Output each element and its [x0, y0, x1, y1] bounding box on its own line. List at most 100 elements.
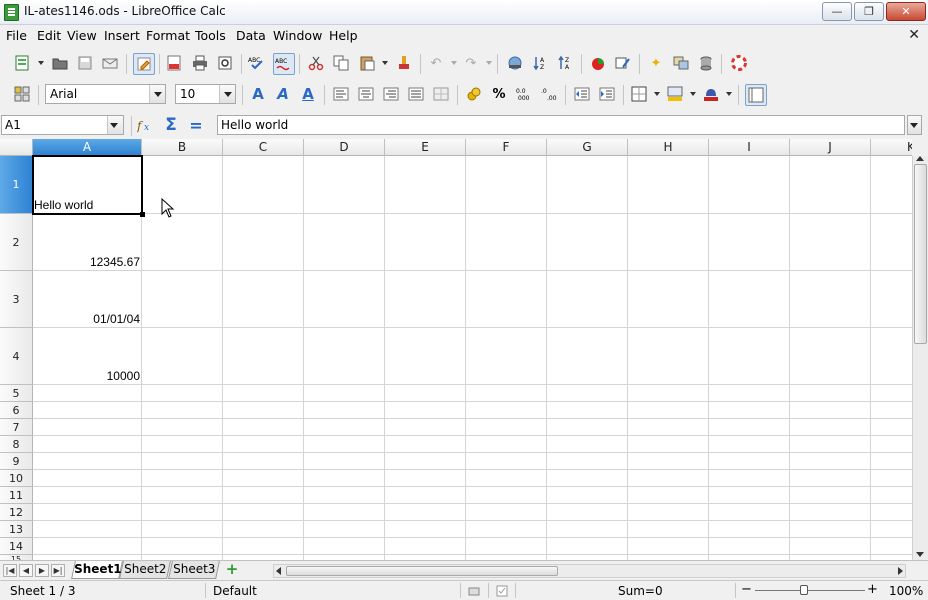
- export-pdf-icon[interactable]: [164, 53, 184, 73]
- gallery-icon[interactable]: [671, 53, 691, 73]
- row-header-14[interactable]: 14: [0, 538, 33, 555]
- row-header-6[interactable]: 6: [0, 402, 33, 419]
- page-style[interactable]: Default: [213, 584, 257, 598]
- cell-a4[interactable]: 10000: [34, 369, 140, 383]
- hyperlink-icon[interactable]: [505, 53, 525, 73]
- sheet-tab-sheet2[interactable]: Sheet2: [119, 561, 171, 579]
- underline-icon[interactable]: A: [298, 84, 318, 104]
- help-icon[interactable]: [729, 53, 749, 73]
- row-header-2[interactable]: 2: [0, 214, 33, 271]
- scroll-left-icon[interactable]: [276, 567, 281, 575]
- minimize-button[interactable]: —: [822, 2, 852, 21]
- next-sheet-icon[interactable]: ▶: [35, 564, 49, 577]
- menu-format[interactable]: Format: [146, 28, 190, 43]
- function-wizard-icon[interactable]: fx: [136, 115, 156, 135]
- print-icon[interactable]: [190, 53, 210, 73]
- redo-dropdown-icon[interactable]: [486, 61, 492, 65]
- column-header-a[interactable]: A: [33, 139, 142, 156]
- menu-view[interactable]: View: [67, 28, 97, 43]
- scroll-right-icon[interactable]: [898, 567, 903, 575]
- column-header-h[interactable]: H: [628, 139, 709, 156]
- align-center-icon[interactable]: [356, 84, 376, 104]
- font-color-icon[interactable]: [701, 84, 721, 104]
- sheet-tab-sheet1[interactable]: Sheet1: [71, 561, 123, 579]
- column-header-g[interactable]: G: [547, 139, 628, 156]
- copy-icon[interactable]: [331, 53, 351, 73]
- decrease-indent-icon[interactable]: [572, 84, 592, 104]
- row-header-1[interactable]: 1: [0, 156, 33, 214]
- menu-tools[interactable]: Tools: [195, 28, 226, 43]
- borders-dropdown-icon[interactable]: [654, 92, 660, 96]
- background-color-icon[interactable]: [665, 84, 685, 104]
- bold-icon[interactable]: A: [248, 84, 268, 104]
- cell-a2[interactable]: 12345.67: [34, 255, 140, 269]
- zoom-out-icon[interactable]: −: [741, 582, 752, 597]
- restore-button[interactable]: ❐: [854, 2, 884, 21]
- row-header-10[interactable]: 10: [0, 470, 33, 487]
- row-header-13[interactable]: 13: [0, 521, 33, 538]
- row-header-4[interactable]: 4: [0, 328, 33, 385]
- menu-help[interactable]: Help: [329, 28, 358, 43]
- fill-handle[interactable]: [140, 212, 145, 217]
- font-size-combo[interactable]: 10: [175, 84, 236, 104]
- name-box-dropdown-icon[interactable]: [107, 116, 123, 134]
- currency-format-icon[interactable]: [464, 84, 484, 104]
- sheet-tab-sheet3[interactable]: Sheet3: [168, 561, 220, 579]
- increase-indent-icon[interactable]: [597, 84, 617, 104]
- font-size-dropdown-icon[interactable]: [219, 85, 235, 103]
- add-decimal-place-icon[interactable]: .0.00: [539, 84, 559, 104]
- close-document-icon[interactable]: ✕: [908, 27, 920, 43]
- menu-file[interactable]: File: [6, 28, 27, 43]
- row-header-7[interactable]: 7: [0, 419, 33, 436]
- scroll-up-icon[interactable]: [916, 156, 924, 161]
- column-header-j[interactable]: J: [790, 139, 871, 156]
- last-sheet-icon[interactable]: ▶|: [51, 564, 65, 577]
- column-header-f[interactable]: F: [466, 139, 547, 156]
- selection-mode-icon[interactable]: [468, 585, 480, 600]
- column-header-i[interactable]: I: [709, 139, 790, 156]
- cut-icon[interactable]: [306, 53, 326, 73]
- font-name-combo[interactable]: Arial: [45, 84, 166, 104]
- add-sheet-icon[interactable]: +: [223, 562, 241, 578]
- horizontal-scroll-thumb[interactable]: [286, 566, 558, 576]
- menu-window[interactable]: Window: [273, 28, 322, 43]
- vertical-scrollbar[interactable]: [912, 156, 928, 560]
- background-color-dropdown-icon[interactable]: [690, 92, 696, 96]
- align-left-icon[interactable]: [331, 84, 351, 104]
- borders-icon[interactable]: [629, 84, 649, 104]
- merge-cells-icon[interactable]: [431, 84, 451, 104]
- row-header-5[interactable]: 5: [0, 385, 33, 402]
- percent-format-icon[interactable]: %: [489, 84, 509, 104]
- styles-formatting-icon[interactable]: [12, 84, 32, 104]
- italic-icon[interactable]: A: [273, 84, 293, 104]
- font-name-dropdown-icon[interactable]: [149, 85, 165, 103]
- sum-icon[interactable]: Σ: [161, 115, 181, 135]
- redo-icon[interactable]: ↷: [461, 53, 481, 73]
- toggle-grid-icon[interactable]: [745, 84, 767, 106]
- new-dropdown-icon[interactable]: [38, 61, 44, 65]
- edit-mode-icon[interactable]: [133, 53, 155, 75]
- navigator-icon[interactable]: ✦: [646, 53, 666, 73]
- formula-input[interactable]: Hello world: [217, 115, 905, 135]
- close-window-button[interactable]: ✕: [886, 2, 926, 21]
- standard-number-format-icon[interactable]: 0.0 000: [514, 84, 534, 104]
- autospellcheck-icon[interactable]: ABC: [273, 53, 295, 75]
- open-icon[interactable]: [50, 53, 70, 73]
- menu-insert[interactable]: Insert: [104, 28, 140, 43]
- column-header-b[interactable]: B: [142, 139, 223, 156]
- undo-dropdown-icon[interactable]: [451, 61, 457, 65]
- column-header-c[interactable]: C: [223, 139, 304, 156]
- horizontal-scrollbar[interactable]: [273, 564, 906, 578]
- font-color-dropdown-icon[interactable]: [726, 92, 732, 96]
- menu-data[interactable]: Data: [236, 28, 266, 43]
- spreadsheet-grid[interactable]: A B C D E F G H I J K 1 2 3 4 5 6 7 8 9 …: [0, 139, 912, 560]
- zoom-in-icon[interactable]: +: [867, 582, 878, 597]
- scroll-down-icon[interactable]: [916, 552, 924, 557]
- zoom-slider[interactable]: [755, 590, 865, 591]
- justify-icon[interactable]: [406, 84, 426, 104]
- row-header-8[interactable]: 8: [0, 436, 33, 453]
- data-sources-icon[interactable]: [696, 53, 716, 73]
- function-icon[interactable]: =: [186, 115, 206, 135]
- row-header-9[interactable]: 9: [0, 453, 33, 470]
- draw-functions-icon[interactable]: [613, 53, 633, 73]
